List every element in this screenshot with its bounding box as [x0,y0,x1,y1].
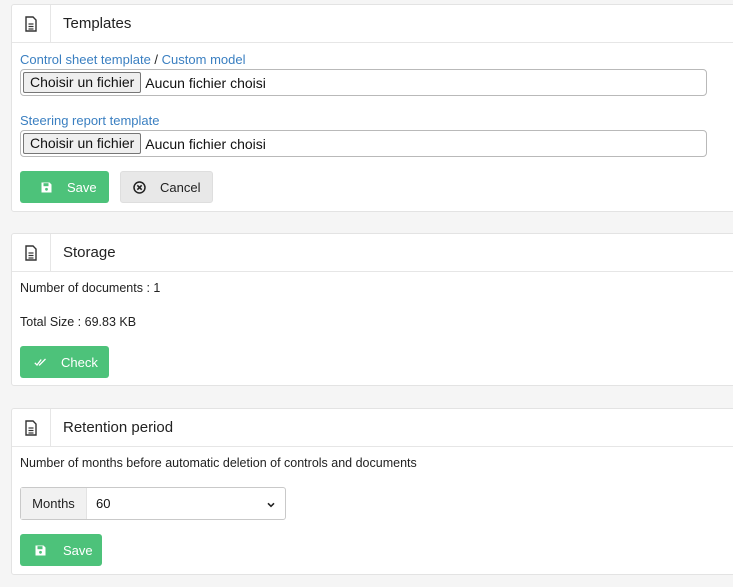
storage-header: Storage [12,234,733,272]
steering-report-template-link[interactable]: Steering report template [20,113,159,128]
retention-header: Retention period [12,409,733,447]
file-status: Aucun fichier choisi [145,135,266,152]
storage-title: Storage [63,244,116,261]
control-sheet-file-input[interactable]: Choisir un fichier Aucun fichier choisi [20,69,707,96]
retention-panel: Retention period Number of months before… [11,408,733,575]
floppy-disk-icon [41,182,52,193]
months-selected-value: 60 [96,496,111,511]
months-select[interactable]: 60 [87,496,285,511]
retention-title: Retention period [63,419,174,436]
months-select-group: Months 60 [20,487,286,520]
months-addon: Months [21,488,87,519]
link-separator: / [154,52,159,67]
chevron-down-icon [267,496,275,511]
choose-file-button[interactable]: Choisir un fichier [23,133,142,154]
retention-save-button[interactable]: Save [20,534,102,566]
templates-header: Templates [12,5,733,43]
circle-x-icon [133,180,146,194]
double-check-icon [34,358,47,367]
save-label: Save [63,542,93,558]
choose-file-button[interactable]: Choisir un fichier [23,72,142,93]
control-sheet-label: Control sheet template / Custom model [20,52,245,67]
cancel-label: Cancel [160,179,201,195]
document-icon [12,5,51,42]
check-button[interactable]: Check [20,346,109,378]
total-size: Total Size : 69.83 KB [20,315,137,329]
custom-model-link[interactable]: Custom model [162,52,246,67]
storage-panel: Storage Number of documents : 1 Total Si… [11,233,733,386]
document-icon [12,234,51,271]
retention-description: Number of months before automatic deleti… [20,456,417,470]
steering-report-file-input[interactable]: Choisir un fichier Aucun fichier choisi [20,130,707,157]
templates-save-button[interactable]: Save [20,171,109,203]
steering-report-label: Steering report template [20,113,159,128]
floppy-disk-icon [35,545,46,556]
save-label: Save [67,179,97,195]
templates-title: Templates [63,15,132,32]
cancel-button[interactable]: Cancel [120,171,213,203]
settings-page: Templates Control sheet template / Custo… [0,0,733,587]
document-icon [12,409,51,446]
file-status: Aucun fichier choisi [145,74,266,91]
control-sheet-template-link[interactable]: Control sheet template [20,52,151,67]
templates-panel: Templates Control sheet template / Custo… [11,4,733,212]
documents-count: Number of documents : 1 [20,281,161,295]
check-label: Check [61,354,98,370]
